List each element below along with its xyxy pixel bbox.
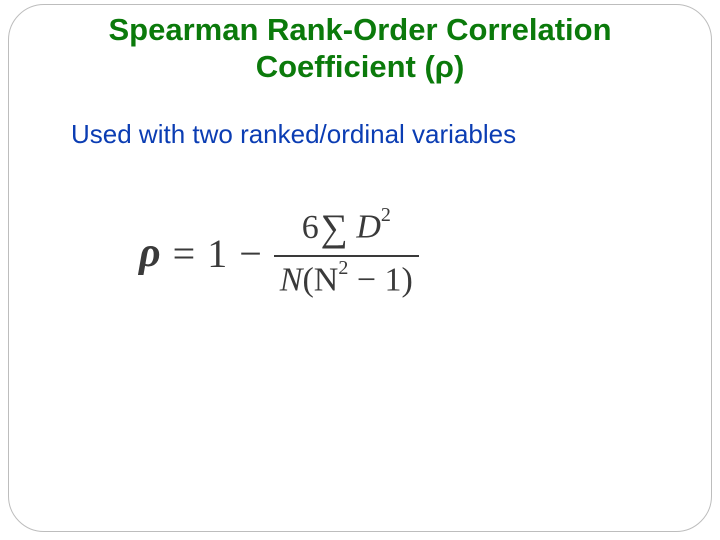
fraction-denominator: N(N2 − 1): [274, 259, 419, 301]
formula-lhs: ρ: [139, 229, 161, 277]
formula-minus: −: [239, 230, 262, 277]
den-minus: −: [357, 261, 376, 298]
fraction-numerator: 6∑ D2: [296, 206, 397, 252]
title-line-2: Coefficient (ρ): [256, 49, 465, 84]
den-close: ): [402, 261, 413, 298]
den-n2: N: [314, 261, 339, 298]
den-one: 1: [385, 261, 402, 298]
den-open: (: [302, 261, 313, 298]
formula-equals: =: [173, 230, 196, 277]
formula-row: ρ = 1 − 6∑ D2 N(N2 − 1): [139, 206, 711, 300]
num-d: D: [356, 209, 381, 246]
den-n1: N: [280, 261, 303, 298]
slide-subtitle: Used with two ranked/ordinal variables: [71, 119, 711, 150]
slide-frame: Spearman Rank-Order Correlation Coeffici…: [8, 4, 712, 532]
num-d-exp: 2: [381, 204, 391, 226]
den-n2-exp: 2: [338, 257, 348, 279]
slide-title: Spearman Rank-Order Correlation Coeffici…: [9, 11, 711, 85]
formula-fraction: 6∑ D2 N(N2 − 1): [274, 206, 419, 300]
formula: ρ = 1 − 6∑ D2 N(N2 − 1): [139, 206, 711, 300]
sigma-icon: ∑: [321, 208, 348, 250]
formula-one: 1: [207, 230, 227, 277]
num-six: 6: [302, 209, 319, 246]
title-line-1: Spearman Rank-Order Correlation: [108, 12, 611, 47]
